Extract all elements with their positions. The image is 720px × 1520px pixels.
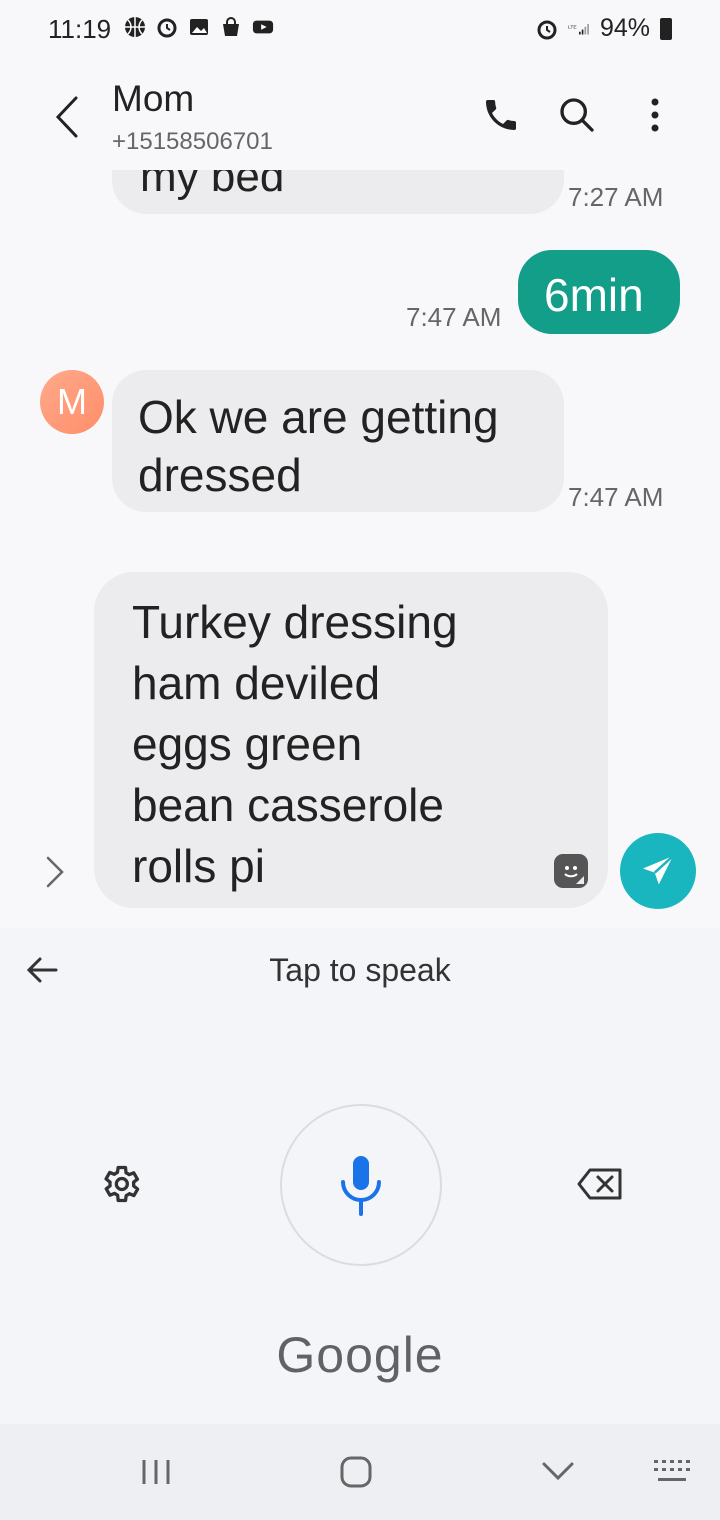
- contact-name[interactable]: Mom: [112, 78, 194, 120]
- status-right: LTE 94%: [536, 14, 672, 43]
- hide-keyboard-button[interactable]: [540, 1458, 576, 1486]
- message-in-2[interactable]: Ok we are getting dressed: [112, 370, 564, 512]
- navigation-bar: [0, 1424, 720, 1520]
- backspace-icon[interactable]: [576, 1164, 624, 1204]
- message-text: my bed: [140, 170, 285, 201]
- message-in-1[interactable]: my bed: [112, 170, 564, 214]
- sticker-icon[interactable]: [554, 854, 588, 888]
- image-icon: [188, 16, 210, 38]
- microphone-button[interactable]: [280, 1104, 442, 1266]
- status-time: 11:19: [48, 14, 112, 44]
- alarm-icon: [156, 16, 178, 38]
- recent-apps-button[interactable]: [138, 1456, 174, 1488]
- status-bar: 11:19 LTE 94%: [0, 0, 720, 60]
- message-text: Ok we are getting dressed: [138, 391, 499, 501]
- message-time: 7:47 AM: [568, 482, 664, 512]
- contact-phone: +15158506701: [112, 128, 273, 155]
- message-out-1[interactable]: 6min: [518, 250, 680, 334]
- message-time: 7:27 AM: [568, 182, 664, 212]
- back-button[interactable]: [48, 92, 88, 142]
- lte-signal-icon: LTE: [568, 18, 590, 40]
- basketball-icon: [124, 16, 146, 38]
- contact-avatar[interactable]: M: [40, 370, 104, 434]
- voice-input-panel: Tap to speak Google: [0, 928, 720, 1424]
- message-input-text[interactable]: Turkey dressing ham deviled eggs green b…: [132, 592, 562, 897]
- message-time: 7:47 AM: [406, 302, 502, 332]
- notification-icons: [124, 16, 274, 38]
- expand-options-button[interactable]: [40, 852, 70, 892]
- keyboard-icon[interactable]: [652, 1458, 692, 1486]
- home-button[interactable]: [338, 1454, 374, 1490]
- tap-to-speak-label: Tap to speak: [269, 952, 451, 988]
- battery-percent: 94%: [599, 14, 650, 42]
- google-logo: Google: [276, 1327, 444, 1383]
- battery-icon: [660, 17, 672, 40]
- message-input[interactable]: Turkey dressing ham deviled eggs green b…: [94, 572, 608, 908]
- svg-text:LTE: LTE: [568, 24, 577, 30]
- more-options-button[interactable]: [630, 90, 680, 140]
- youtube-icon: [252, 16, 274, 38]
- send-button[interactable]: [620, 833, 696, 909]
- shopping-bag-icon: [220, 16, 242, 38]
- message-text: 6min: [544, 269, 644, 321]
- alarm-icon: [536, 18, 558, 40]
- header-bg: [0, 60, 720, 170]
- search-button[interactable]: [552, 90, 602, 140]
- settings-icon[interactable]: [98, 1162, 142, 1206]
- call-button[interactable]: [476, 90, 526, 140]
